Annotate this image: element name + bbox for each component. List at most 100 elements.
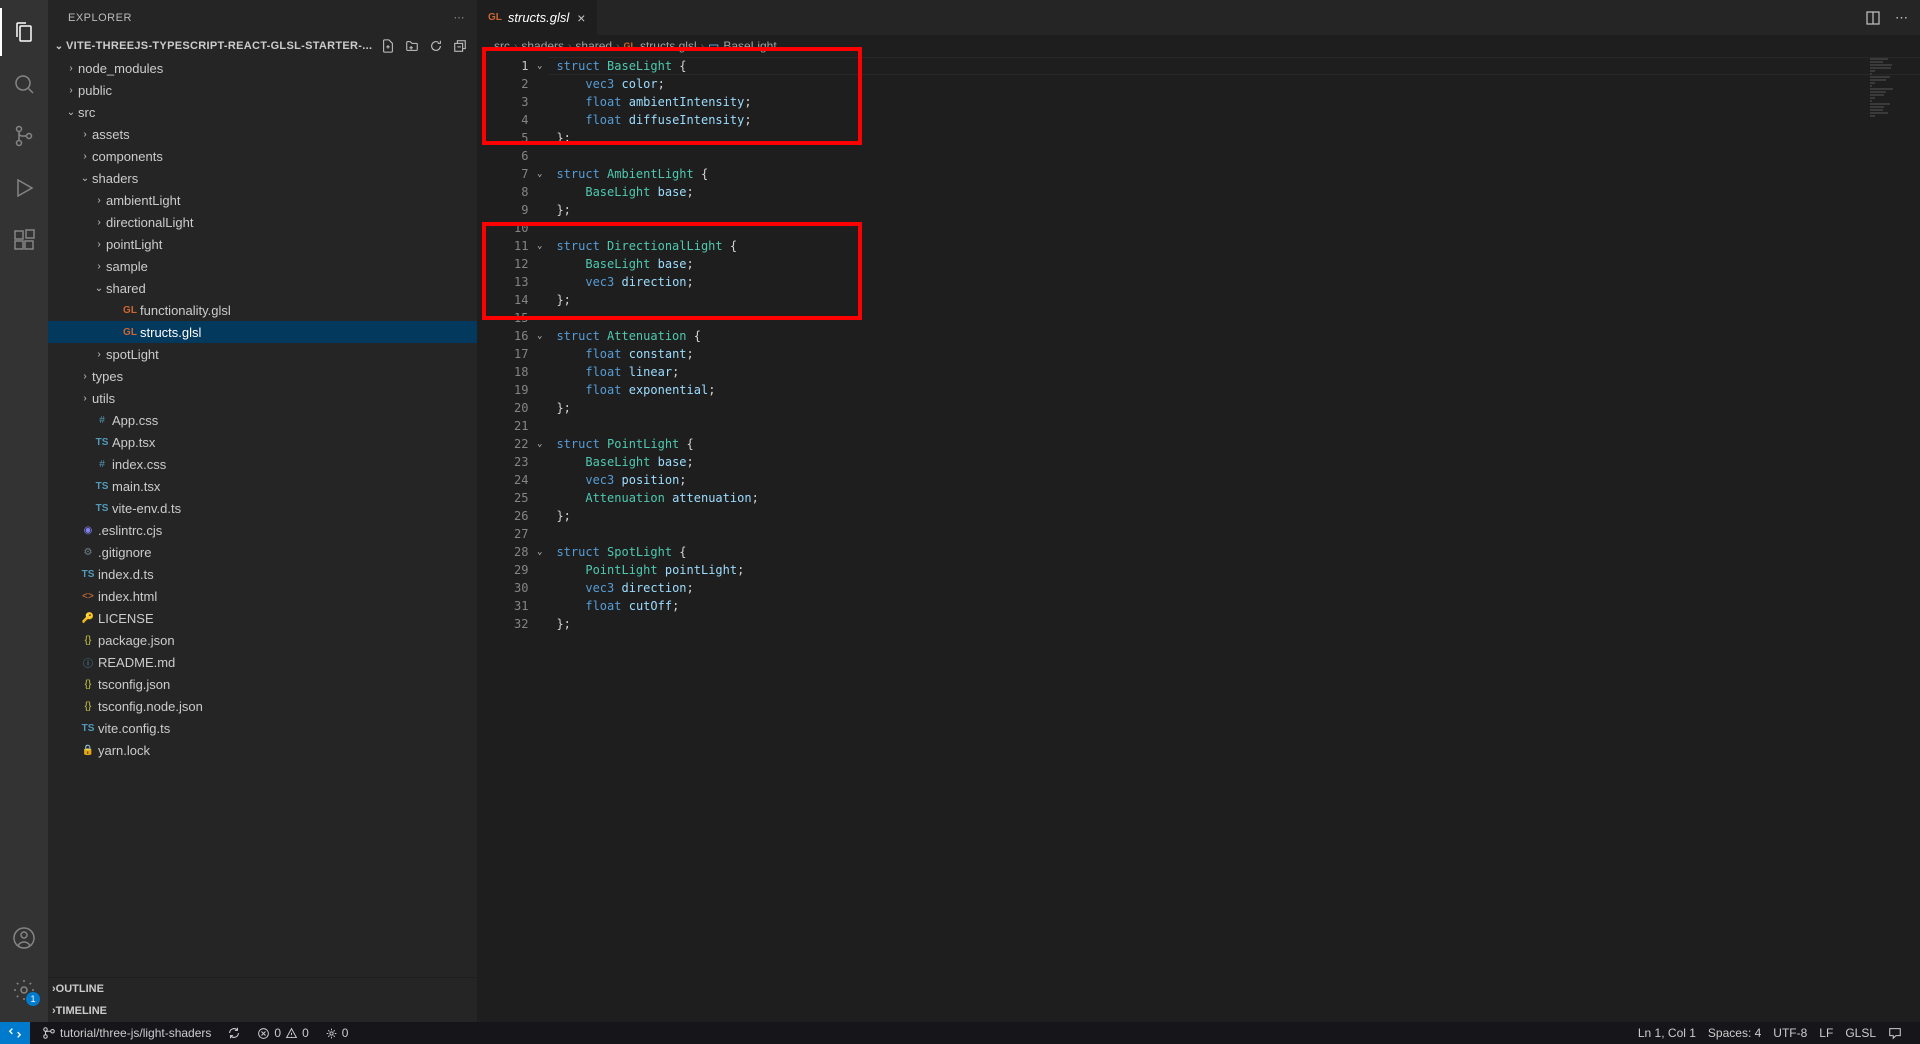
folder-utils[interactable]: ›utils xyxy=(48,387,477,409)
glsl-icon: GL xyxy=(623,41,636,51)
extensions-icon[interactable] xyxy=(0,216,48,264)
file-index-css[interactable]: #index.css xyxy=(48,453,477,475)
file-main-tsx[interactable]: TSmain.tsx xyxy=(48,475,477,497)
tab-label: structs.glsl xyxy=(508,10,569,25)
accounts-icon[interactable] xyxy=(0,914,48,962)
tree-label: pointLight xyxy=(106,237,162,252)
tree-label: shaders xyxy=(92,171,138,186)
settings-gear-icon[interactable]: 1 xyxy=(0,966,48,1014)
outline-header[interactable]: › OUTLINE xyxy=(48,978,477,1000)
close-icon[interactable]: × xyxy=(575,10,587,26)
run-debug-icon[interactable] xyxy=(0,164,48,212)
info-icon: ⓘ xyxy=(78,655,98,670)
folder-components[interactable]: ›components xyxy=(48,145,477,167)
editor-body[interactable]: 1⌄234567⌄891011⌄1213141516⌄171819202122⌄… xyxy=(478,57,1920,1022)
tree-label: tsconfig.node.json xyxy=(98,699,203,714)
glsl-icon: GL xyxy=(120,305,140,316)
folder-ambient-light[interactable]: ›ambientLight xyxy=(48,189,477,211)
chevron-down-icon: ⌄ xyxy=(52,41,66,52)
breadcrumb-item: GLstructs.glsl xyxy=(623,39,696,53)
folder-assets[interactable]: ›assets xyxy=(48,123,477,145)
ports[interactable]: 0 xyxy=(319,1026,355,1040)
folder-public[interactable]: ›public xyxy=(48,79,477,101)
language-mode[interactable]: GLSL xyxy=(1839,1026,1882,1040)
error-count: 0 xyxy=(274,1026,281,1040)
tree-label: yarn.lock xyxy=(98,743,150,758)
ts-icon: TS xyxy=(92,481,112,492)
search-icon[interactable] xyxy=(0,60,48,108)
source-control-icon[interactable] xyxy=(0,112,48,160)
file-license[interactable]: 🔑LICENSE xyxy=(48,607,477,629)
tree-label: spotLight xyxy=(106,347,159,362)
problems[interactable]: 0 0 xyxy=(251,1026,314,1040)
new-file-icon[interactable] xyxy=(381,39,395,53)
settings-badge: 1 xyxy=(26,992,40,1006)
file-index-dts[interactable]: TSindex.d.ts xyxy=(48,563,477,585)
css-icon: # xyxy=(92,459,112,470)
more-actions-icon[interactable]: ⋯ xyxy=(1895,10,1908,26)
folder-shaders[interactable]: ⌄shaders xyxy=(48,167,477,189)
file-index-html[interactable]: <>index.html xyxy=(48,585,477,607)
branch-name: tutorial/three-js/light-shaders xyxy=(60,1026,211,1040)
ts-icon: TS xyxy=(78,569,98,580)
tab-structs-glsl[interactable]: GL structs.glsl × xyxy=(478,0,598,35)
minimap[interactable] xyxy=(1870,58,1906,128)
file-tsconfig-node[interactable]: {}tsconfig.node.json xyxy=(48,695,477,717)
cursor-position[interactable]: Ln 1, Col 1 xyxy=(1632,1026,1702,1040)
folder-types[interactable]: ›types xyxy=(48,365,477,387)
ports-count: 0 xyxy=(342,1026,349,1040)
eol[interactable]: LF xyxy=(1813,1026,1839,1040)
split-editor-icon[interactable] xyxy=(1865,10,1881,26)
breadcrumb-item: shaders xyxy=(521,39,564,53)
file-gitignore[interactable]: ⚙.gitignore xyxy=(48,541,477,563)
refresh-icon[interactable] xyxy=(429,39,443,53)
folder-spot-light[interactable]: ›spotLight xyxy=(48,343,477,365)
sync-icon[interactable] xyxy=(221,1026,247,1040)
file-package-json[interactable]: {}package.json xyxy=(48,629,477,651)
file-structs-glsl[interactable]: GLstructs.glsl xyxy=(48,321,477,343)
tree-label: vite.config.ts xyxy=(98,721,170,736)
tree-label: LICENSE xyxy=(98,611,154,626)
new-folder-icon[interactable] xyxy=(405,39,419,53)
git-branch[interactable]: tutorial/three-js/light-shaders xyxy=(36,1026,217,1040)
file-readme[interactable]: ⓘREADME.md xyxy=(48,651,477,673)
chevron-right-icon: › xyxy=(568,41,571,52)
tree-label: index.css xyxy=(112,457,166,472)
glsl-icon: GL xyxy=(488,12,502,23)
explorer-icon[interactable] xyxy=(0,8,48,56)
file-vite-env[interactable]: TSvite-env.d.ts xyxy=(48,497,477,519)
file-eslintrc[interactable]: ◉.eslintrc.cjs xyxy=(48,519,477,541)
tree-label: .eslintrc.cjs xyxy=(98,523,162,538)
feedback-icon[interactable] xyxy=(1882,1026,1908,1040)
folder-point-light[interactable]: ›pointLight xyxy=(48,233,477,255)
indentation[interactable]: Spaces: 4 xyxy=(1702,1026,1767,1040)
html-icon: <> xyxy=(78,591,98,602)
file-vite-config[interactable]: TSvite.config.ts xyxy=(48,717,477,739)
json-icon: {} xyxy=(78,635,98,646)
file-yarn-lock[interactable]: 🔒yarn.lock xyxy=(48,739,477,761)
timeline-title: TIMELINE xyxy=(56,1005,107,1017)
remote-indicator[interactable] xyxy=(0,1022,30,1044)
json-icon: {} xyxy=(78,701,98,712)
folder-sample[interactable]: ›sample xyxy=(48,255,477,277)
file-functionality-glsl[interactable]: GLfunctionality.glsl xyxy=(48,299,477,321)
file-app-tsx[interactable]: TSApp.tsx xyxy=(48,431,477,453)
code-content[interactable]: struct BaseLight { vec3 color; float amb… xyxy=(548,57,1920,1022)
glsl-icon: GL xyxy=(120,327,140,338)
folder-shared[interactable]: ⌄shared xyxy=(48,277,477,299)
file-app-css[interactable]: #App.css xyxy=(48,409,477,431)
breadcrumbs[interactable]: src › shaders › shared › GLstructs.glsl … xyxy=(478,35,1920,57)
tree-label: structs.glsl xyxy=(140,325,201,340)
folder-directional-light[interactable]: ›directionalLight xyxy=(48,211,477,233)
collapse-all-icon[interactable] xyxy=(453,39,467,53)
tree-label: components xyxy=(92,149,163,164)
timeline-header[interactable]: › TIMELINE xyxy=(48,1000,477,1022)
folder-node-modules[interactable]: ›node_modules xyxy=(48,57,477,79)
project-title: VITE-THREEJS-TYPESCRIPT-REACT-GLSL-START… xyxy=(66,40,381,52)
encoding[interactable]: UTF-8 xyxy=(1767,1026,1813,1040)
folder-src[interactable]: ⌄src xyxy=(48,101,477,123)
project-header[interactable]: ⌄ VITE-THREEJS-TYPESCRIPT-REACT-GLSL-STA… xyxy=(48,35,477,57)
eslint-icon: ◉ xyxy=(78,525,98,536)
file-tsconfig[interactable]: {}tsconfig.json xyxy=(48,673,477,695)
sidebar-more-icon[interactable]: ⋯ xyxy=(454,11,466,24)
